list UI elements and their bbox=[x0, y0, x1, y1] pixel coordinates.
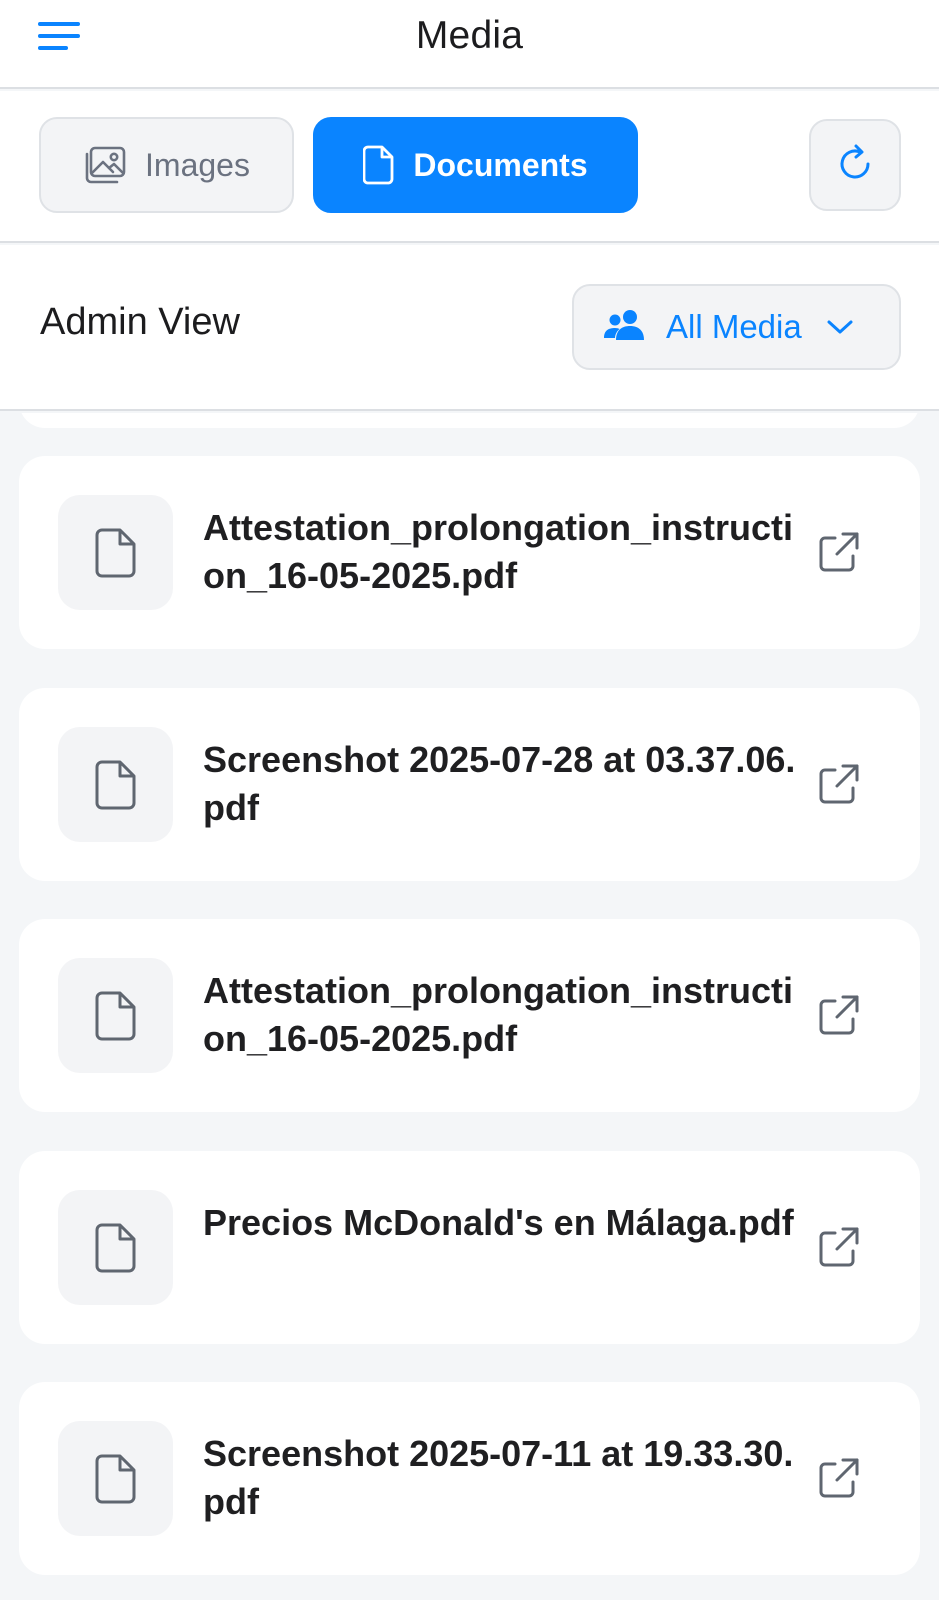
tab-images[interactable]: Images bbox=[39, 117, 294, 213]
tab-images-label: Images bbox=[145, 146, 250, 183]
document-name: Screenshot 2025-07-28 at 03.37.06.pdf bbox=[203, 739, 796, 828]
list-item-partial bbox=[19, 413, 920, 428]
file-icon bbox=[58, 495, 173, 610]
document-item[interactable]: Screenshot 2025-07-11 at 19.33.30.pdf bbox=[19, 1382, 920, 1575]
file-icon bbox=[58, 1190, 173, 1305]
document-name: Attestation_prolongation_instruction_16-… bbox=[203, 507, 794, 596]
document-item[interactable]: Attestation_prolongation_instruction_16-… bbox=[19, 456, 920, 649]
users-icon bbox=[604, 309, 646, 346]
external-link-icon[interactable] bbox=[815, 991, 863, 1039]
image-icon bbox=[83, 145, 127, 185]
file-icon bbox=[58, 958, 173, 1073]
media-screen: Media Images Documents Admin View All Me… bbox=[0, 0, 939, 1600]
document-item[interactable]: Screenshot 2025-07-28 at 03.37.06.pdf bbox=[19, 688, 920, 881]
external-link-icon[interactable] bbox=[815, 760, 863, 808]
file-icon bbox=[58, 727, 173, 842]
document-name: Screenshot 2025-07-11 at 19.33.30.pdf bbox=[203, 1433, 794, 1522]
top-bar: Media bbox=[0, 0, 939, 89]
media-type-tabs: Images Documents bbox=[0, 91, 939, 243]
chevron-down-icon bbox=[826, 318, 854, 336]
refresh-button[interactable] bbox=[809, 119, 901, 211]
document-name: Precios McDonald's en Málaga.pdf bbox=[203, 1202, 794, 1243]
refresh-icon bbox=[835, 143, 875, 188]
document-name: Attestation_prolongation_instruction_16-… bbox=[203, 970, 794, 1059]
media-filter-label: All Media bbox=[666, 308, 802, 345]
document-list: Attestation_prolongation_instruction_16-… bbox=[0, 413, 939, 1600]
media-filter-dropdown[interactable]: All Media bbox=[572, 284, 901, 370]
external-link-icon[interactable] bbox=[815, 1454, 863, 1502]
page-title: Media bbox=[415, 14, 524, 57]
admin-view-bar: Admin View All Media bbox=[0, 245, 939, 411]
external-link-icon[interactable] bbox=[815, 1223, 863, 1271]
document-item[interactable]: Attestation_prolongation_instruction_16-… bbox=[19, 919, 920, 1112]
document-icon bbox=[363, 145, 395, 185]
tab-documents-label: Documents bbox=[413, 146, 588, 183]
document-item[interactable]: Precios McDonald's en Málaga.pdf bbox=[19, 1151, 920, 1344]
external-link-icon[interactable] bbox=[815, 528, 863, 576]
tab-documents[interactable]: Documents bbox=[313, 117, 638, 213]
file-icon bbox=[58, 1421, 173, 1536]
admin-view-title: Admin View bbox=[40, 301, 240, 343]
